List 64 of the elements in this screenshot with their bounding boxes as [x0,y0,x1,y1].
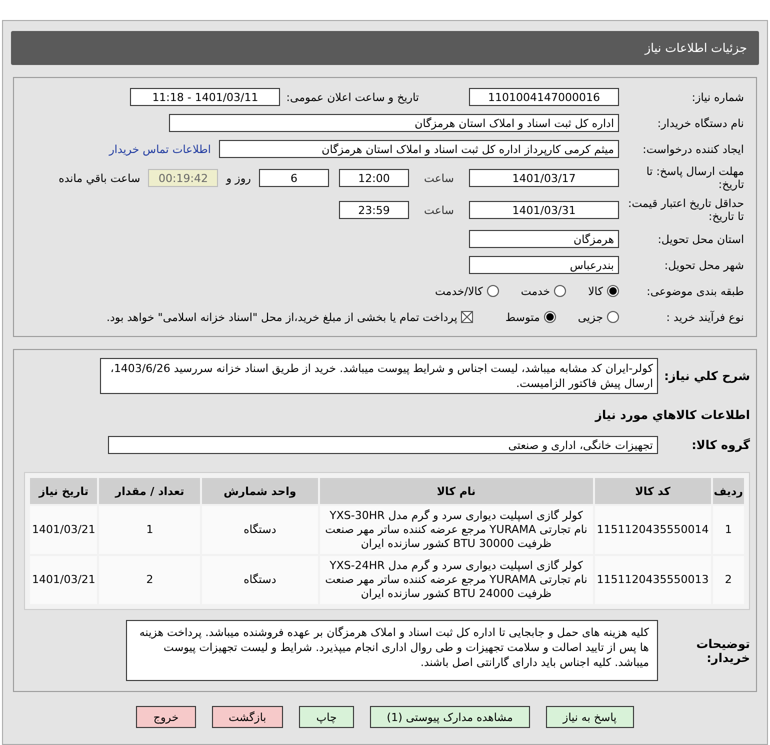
table-cell: 1401/03/21 [30,506,98,554]
column-header: ردیف [712,478,744,504]
field-label: شماره نیاز: [690,90,744,104]
action-button[interactable]: مشاهده مدارک پیوستی (1) [370,706,530,728]
field-label: استان محل تحویل: [656,232,744,246]
field-label: توضیحات خریدار: [695,636,750,664]
remaining-label: ساعت باقي مانده [58,172,140,184]
field-label: تاریخ و ساعت اعلان عمومی: [286,90,419,104]
time-label: ساعت [423,172,455,184]
field-label: شرح کلي نیاز: [663,369,750,383]
deadline-time-field: 12:00 [339,169,409,187]
table-cell: 1 [99,506,200,554]
buyer-field: اداره کل ثبت اسناد و املاک استان هرمزگان [169,114,619,132]
field-label: نوع فرآیند خرید : [665,310,744,324]
column-header: تاریخ نیاز [30,478,98,504]
category-radio[interactable]: خدمت [520,284,566,298]
category-radio[interactable]: کالا/خدمت [435,284,499,298]
buyer-notes-box: کلیه هزینه های حمل و جابجایی تا اداره کل ثبت اسناد و املاک هرمزگان بر عهده فروشنده میباشد. پرداخت هزینه ها پس از تایید اصالت و سلامت تجهیزات و طی روال اداری انجام میپذیرد. شرایط و لیست تجهیزات پیوست میباشد. کلیه اجناس باید دارای گارانتی اصل باشند. [126,620,658,681]
field-label: مهلت ارسال پاسخ: تا تاریخ: [645,165,744,191]
action-button[interactable]: بازگشت [212,706,284,728]
time-label: ساعت [423,204,455,216]
table-cell: 2 [99,556,200,604]
description-box: کولر-ایران کد مشابه میباشد، لیست اجناس و شرایط پیوست میباشد. خرید از طریق اسناد خزانه سررسید 1403/6/26، ارسال پیش فاکتور الزامیست. [100,358,658,394]
table-cell: 2 [712,556,744,604]
process-radio[interactable]: جزیی [578,310,619,324]
page-title: جزئیات اطلاعات نیاز [644,41,747,55]
remaining-time-field: 00:19:42 [148,169,218,187]
validity-time-field: 23:59 [339,201,409,219]
announce-date-field: 1401/03/11 - 11:18 [130,88,280,106]
action-button[interactable]: پاسخ به نیاز [546,706,634,728]
column-header: تعداد / مقدار [99,478,200,504]
table-cell: دستگاه [202,556,318,604]
deadline-date-field: 1401/03/17 [469,169,619,187]
need-number-field: 1101004147000016 [469,88,619,106]
column-header: کد کالا [594,478,711,504]
column-header: نام کالا [320,478,593,504]
goods-group-field: تجهیزات خانگی، اداری و صنعتی [108,436,658,454]
days-label: روز و [226,172,251,184]
field-label: ایجاد کننده درخواست: [642,142,744,156]
column-header: واحد شمارش [202,478,318,504]
action-button[interactable]: چاپ [299,706,354,728]
field-label: گروه کالا: [690,438,750,452]
table-cell: 1401/03/21 [30,556,98,604]
table-cell: 1151120435550013 [594,556,711,604]
days-field: 6 [259,169,329,187]
section-heading: اطلاعات کالاهاي مورد نیاز [594,408,750,422]
province-field: هرمزگان [469,230,619,248]
buyer-contact-link[interactable]: اطلاعات تماس خریدار [109,142,211,156]
field-label: نام دستگاه خریدار: [656,116,744,130]
treasury-checkbox[interactable]: پرداخت تمام یا بخشی از مبلغ خرید،از محل "اسناد خزانه اسلامی" خواهد بود. [106,310,474,324]
field-label: طبقه بندی موضوعی: [646,284,744,298]
table-cell: کولر گازی اسپلیت دیواری سرد و گرم مدل YXS-30HR نام تجارتی YURAMA مرجع عرضه کننده ساتر مهر صنعت ظرفیت BTU 30000 کشور سازنده ایران [320,506,593,554]
table-cell: 1 [712,506,744,554]
table-cell: 1151120435550014 [594,506,711,554]
validity-date-field: 1401/03/31 [469,201,619,219]
city-field: بندرعباس [469,256,619,274]
process-radio[interactable]: متوسط [505,310,556,324]
requester-field: میثم کرمی کارپرداز اداره کل ثبت اسناد و املاک استان هرمزگان [219,140,619,158]
action-button[interactable]: خروج [136,706,196,728]
category-radio[interactable]: کالا [588,284,619,298]
field-label: شهر محل تحویل: [663,258,744,272]
table-cell: کولر گازی اسپلیت دیواری سرد و گرم مدل YXS-24HR نام تجارتی YURAMA مرجع عرضه کننده ساتر مهر صنعت ظرفیت BTU 24000 کشور سازنده ایران [320,556,593,604]
table-cell: دستگاه [202,506,318,554]
field-label: حداقل تاریخ اعتبار قیمت: تا تاریخ: [627,197,744,223]
